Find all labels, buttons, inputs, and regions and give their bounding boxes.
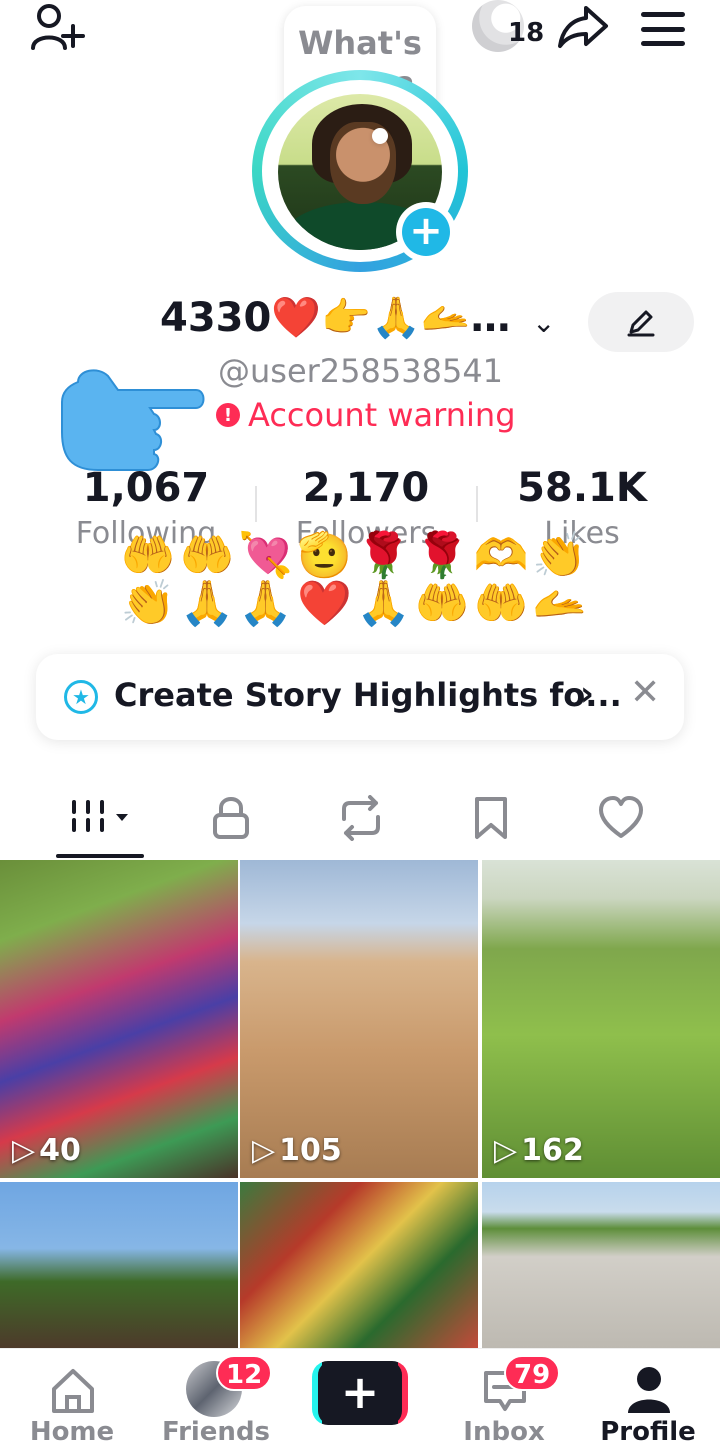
video-thumbnail[interactable] <box>482 1182 720 1348</box>
video-thumbnail[interactable]: ▷ 105 <box>240 860 478 1178</box>
video-thumbnail[interactable] <box>0 1182 238 1348</box>
nav-inbox-label: Inbox <box>463 1417 545 1447</box>
repost-icon <box>342 795 380 841</box>
menu-button[interactable] <box>636 6 690 52</box>
share-profile-button[interactable] <box>552 0 614 54</box>
heart-icon <box>599 796 643 838</box>
inbox-badge: 79 <box>504 1355 561 1391</box>
share-icon <box>558 6 608 48</box>
video-views: ▷ 162 <box>494 1133 584 1168</box>
lock-icon <box>213 797 249 839</box>
video-thumbnail[interactable]: ▷ 162 <box>482 860 720 1178</box>
tab-reposts[interactable] <box>316 790 406 846</box>
video-thumbnail[interactable]: ▷ 40 <box>0 860 238 1178</box>
nav-profile-label: Profile <box>600 1417 696 1447</box>
account-warning-link[interactable]: ! Account warning <box>216 396 516 434</box>
plus-icon: + <box>318 1361 402 1425</box>
chevron-down-icon[interactable]: ⌄ <box>532 306 555 339</box>
play-icon: ▷ <box>12 1133 36 1168</box>
username: @user258538541 <box>218 352 504 390</box>
profile-views-button[interactable]: 18 <box>470 0 546 54</box>
status-bubble-line1: What's <box>298 24 422 62</box>
bookmark-icon <box>475 797 507 839</box>
warning-icon: ! <box>216 403 240 427</box>
tab-active-indicator <box>56 854 144 858</box>
nav-friends[interactable]: 12 Friends <box>146 1349 286 1456</box>
profile-views-count: 18 <box>508 18 545 48</box>
close-icon[interactable]: ✕ <box>630 672 660 713</box>
tab-liked[interactable] <box>576 790 666 846</box>
display-name[interactable]: 4330❤️👉🙏🫴… <box>160 294 511 341</box>
videos-grid-icon <box>72 800 128 832</box>
pointing-hand-sticker <box>61 369 205 471</box>
video-thumbnail[interactable] <box>240 1182 478 1348</box>
friends-badge: 12 <box>216 1355 273 1391</box>
menu-icon-bar <box>641 26 685 32</box>
pencil-icon <box>627 310 655 337</box>
star-icon: ★ <box>64 680 98 714</box>
create-button[interactable]: + <box>312 1361 408 1425</box>
play-icon: ▷ <box>252 1133 276 1168</box>
nav-inbox[interactable]: 79 Inbox <box>434 1349 574 1456</box>
chevron-right-icon[interactable]: › <box>580 674 594 714</box>
stat-followers-value: 2,170 <box>302 465 430 511</box>
edit-profile-button[interactable] <box>588 292 694 352</box>
nav-friends-label: Friends <box>161 1417 271 1447</box>
story-highlights-text: Create Story Highlights fo... <box>114 676 622 714</box>
video-views: ▷ 105 <box>252 1133 342 1168</box>
home-icon <box>52 1369 94 1413</box>
status-bubble-tail <box>372 128 388 144</box>
nav-home-label: Home <box>29 1417 115 1447</box>
tab-favorites[interactable] <box>446 790 536 846</box>
story-highlights-banner[interactable]: ★ Create Story Highlights fo... › ✕ <box>36 654 684 740</box>
bottom-nav: Home 12 Friends + 79 Inbox Profile <box>0 1348 720 1456</box>
tab-private[interactable] <box>186 790 276 846</box>
profile-icon <box>628 1367 670 1413</box>
add-story-button[interactable]: + <box>396 202 456 262</box>
video-views: ▷ 40 <box>12 1133 81 1168</box>
menu-icon-bar <box>641 12 685 17</box>
bio-emojis: 🤲🤲💘🫡🌹🌹🫶👏👏🙏🙏❤️🙏🤲🤲🫴 <box>120 530 592 629</box>
plus-icon: + <box>402 208 450 256</box>
play-icon: ▷ <box>494 1133 518 1168</box>
menu-icon-bar <box>641 41 685 46</box>
nav-profile[interactable]: Profile <box>578 1349 718 1456</box>
stat-likes-value: 58.1K <box>517 465 647 511</box>
add-user-icon <box>31 4 85 50</box>
stat-following-value: 1,067 <box>82 465 210 511</box>
tab-videos[interactable] <box>56 790 146 846</box>
nav-home[interactable]: Home <box>2 1349 142 1456</box>
account-warning-label: Account warning <box>248 396 516 434</box>
add-friend-button[interactable] <box>26 0 88 56</box>
